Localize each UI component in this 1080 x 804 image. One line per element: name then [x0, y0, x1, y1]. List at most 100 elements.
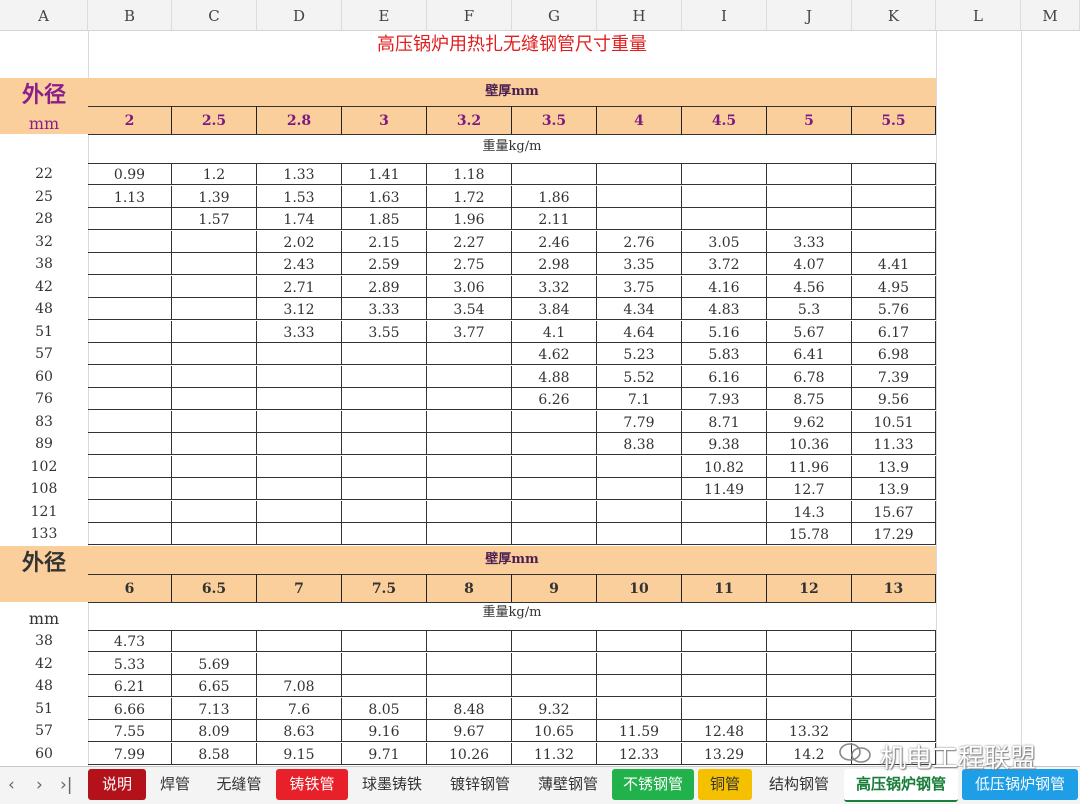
- weight-cell[interactable]: 10.26: [427, 742, 512, 765]
- weight-cell[interactable]: 1.41: [342, 163, 427, 185]
- weight-cell[interactable]: 7.39: [852, 365, 936, 388]
- outer-diameter-cell[interactable]: 102: [0, 456, 88, 478]
- weight-cell[interactable]: [427, 343, 512, 365]
- weight-cell[interactable]: [852, 163, 936, 185]
- outer-diameter-cell[interactable]: 25: [0, 186, 88, 208]
- weight-cell[interactable]: 8.09: [172, 720, 257, 742]
- thickness-cell[interactable]: 7.5: [342, 574, 427, 602]
- weight-cell[interactable]: 1.86: [512, 185, 597, 208]
- weight-cell[interactable]: 11.59: [597, 720, 682, 742]
- weight-cell[interactable]: [257, 500, 342, 523]
- sheet-tab[interactable]: 镀锌钢管: [436, 769, 524, 800]
- sheet-tab[interactable]: 说明: [88, 769, 146, 800]
- outer-diameter-cell[interactable]: 57: [0, 720, 88, 742]
- outer-diameter-cell[interactable]: 121: [0, 501, 88, 523]
- sheet-grid[interactable]: 高压锅炉用热扎无缝钢管尺寸重量 外径 mm 壁厚mm 2 2.5 2.8 3 3.2 3.5 4 4…: [0, 30, 1080, 766]
- thickness-cell[interactable]: 5: [767, 106, 852, 134]
- weight-cell[interactable]: 1.2: [172, 163, 257, 185]
- weight-cell[interactable]: 1.85: [342, 208, 427, 230]
- weight-cell[interactable]: 1.33: [257, 163, 342, 185]
- weight-cell[interactable]: 3.84: [512, 298, 597, 320]
- thickness-cell[interactable]: 7: [257, 574, 342, 602]
- column-header[interactable]: I: [682, 0, 767, 30]
- weight-cell[interactable]: 3.54: [427, 298, 512, 320]
- weight-cell[interactable]: 5.16: [682, 320, 767, 343]
- weight-cell[interactable]: 13.9: [852, 478, 936, 500]
- weight-cell[interactable]: [597, 523, 682, 545]
- weight-cell[interactable]: [172, 433, 257, 455]
- weight-cell[interactable]: 2.46: [512, 230, 597, 253]
- weight-cell[interactable]: 8.48: [427, 697, 512, 720]
- outer-diameter-cell[interactable]: 89: [0, 433, 88, 455]
- weight-cell[interactable]: 9.16: [342, 720, 427, 742]
- weight-cell[interactable]: 7.99: [88, 742, 172, 765]
- weight-cell[interactable]: [597, 697, 682, 720]
- weight-cell[interactable]: [852, 675, 936, 697]
- weight-cell[interactable]: 3.55: [342, 320, 427, 343]
- sheet-tab[interactable]: 无缝管: [204, 769, 274, 800]
- weight-cell[interactable]: 2.02: [257, 230, 342, 253]
- outer-diameter-cell[interactable]: 51: [0, 698, 88, 720]
- weight-cell[interactable]: [597, 652, 682, 675]
- weight-cell[interactable]: [342, 388, 427, 410]
- weight-cell[interactable]: 5.23: [597, 343, 682, 365]
- thickness-cell[interactable]: 2.5: [172, 106, 257, 134]
- weight-cell[interactable]: [172, 230, 257, 253]
- weight-cell[interactable]: [512, 523, 597, 545]
- weight-cell[interactable]: [172, 298, 257, 320]
- weight-cell[interactable]: 9.32: [512, 697, 597, 720]
- weight-cell[interactable]: [512, 455, 597, 478]
- weight-cell[interactable]: 1.53: [257, 185, 342, 208]
- outer-diameter-cell[interactable]: 42: [0, 276, 88, 298]
- weight-cell[interactable]: 2.75: [427, 253, 512, 275]
- weight-cell[interactable]: [682, 652, 767, 675]
- thickness-cell[interactable]: 3: [342, 106, 427, 134]
- weight-cell[interactable]: [88, 275, 172, 298]
- weight-cell[interactable]: [767, 675, 852, 697]
- weight-cell[interactable]: [257, 523, 342, 545]
- outer-diameter-cell[interactable]: 133: [0, 523, 88, 545]
- weight-cell[interactable]: [512, 630, 597, 652]
- weight-cell[interactable]: [427, 455, 512, 478]
- weight-cell[interactable]: [767, 652, 852, 675]
- weight-cell[interactable]: 2.15: [342, 230, 427, 253]
- weight-cell[interactable]: 6.17: [852, 320, 936, 343]
- weight-cell[interactable]: [852, 208, 936, 230]
- weight-cell[interactable]: 3.77: [427, 320, 512, 343]
- weight-cell[interactable]: 4.16: [682, 275, 767, 298]
- column-header[interactable]: J: [767, 0, 852, 30]
- weight-cell[interactable]: 3.06: [427, 275, 512, 298]
- weight-cell[interactable]: 0.99: [88, 163, 172, 185]
- weight-cell[interactable]: [88, 433, 172, 455]
- weight-cell[interactable]: 15.78: [767, 523, 852, 545]
- thickness-cell[interactable]: 3.5: [512, 106, 597, 134]
- outer-diameter-cell[interactable]: 22: [0, 163, 88, 185]
- weight-cell[interactable]: [427, 652, 512, 675]
- weight-cell[interactable]: [597, 163, 682, 185]
- weight-cell[interactable]: 4.64: [597, 320, 682, 343]
- weight-cell[interactable]: 3.35: [597, 253, 682, 275]
- weight-cell[interactable]: 2.76: [597, 230, 682, 253]
- weight-cell[interactable]: 9.67: [427, 720, 512, 742]
- outer-diameter-cell[interactable]: 60: [0, 743, 88, 765]
- thickness-cell[interactable]: 8: [427, 574, 512, 602]
- weight-cell[interactable]: [88, 320, 172, 343]
- weight-cell[interactable]: 4.83: [682, 298, 767, 320]
- weight-cell[interactable]: [88, 478, 172, 500]
- weight-cell[interactable]: 12.48: [682, 720, 767, 742]
- thickness-cell[interactable]: 2: [88, 106, 172, 134]
- sheet-tab[interactable]: 铸铁管: [276, 769, 348, 800]
- thickness-cell[interactable]: 9: [512, 574, 597, 602]
- outer-diameter-cell[interactable]: 57: [0, 343, 88, 365]
- weight-cell[interactable]: 1.74: [257, 208, 342, 230]
- sheet-tab[interactable]: 球墨铸铁: [350, 769, 434, 800]
- next-sheet-icon[interactable]: ›: [36, 767, 43, 804]
- sheet-tab[interactable]: 铜管: [698, 769, 752, 800]
- weight-cell[interactable]: 4.56: [767, 275, 852, 298]
- weight-cell[interactable]: 9.62: [767, 410, 852, 433]
- weight-cell[interactable]: 1.18: [427, 163, 512, 185]
- weight-cell[interactable]: 5.69: [172, 652, 257, 675]
- weight-cell[interactable]: [88, 365, 172, 388]
- weight-cell[interactable]: [257, 365, 342, 388]
- weight-cell[interactable]: 9.56: [852, 388, 936, 410]
